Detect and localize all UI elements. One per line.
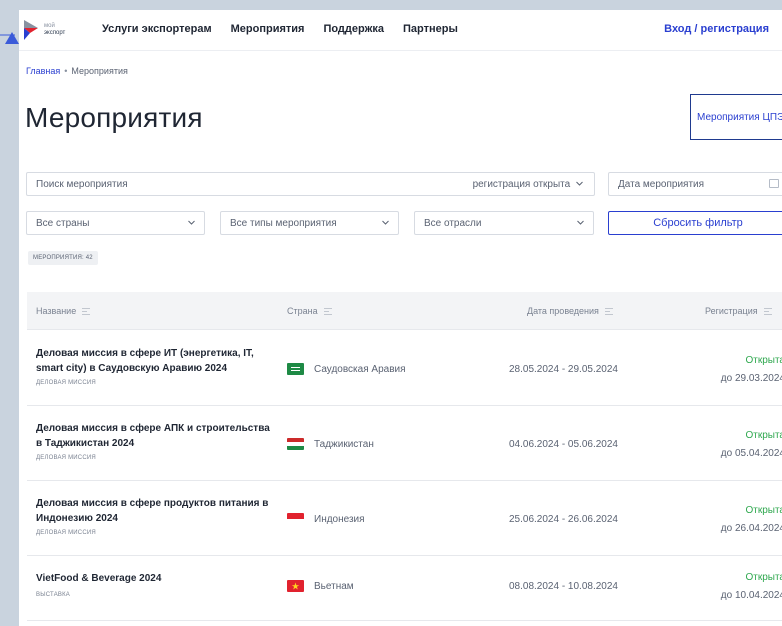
- registration-status: Открыта: [745, 430, 782, 441]
- page-title: Мероприятия: [25, 102, 203, 133]
- event-dates: 04.06.2024 - 05.06.2024: [509, 439, 618, 450]
- sort-icon: [604, 307, 613, 315]
- breadcrumb: Главная • Мероприятия: [26, 66, 128, 76]
- logo-icon: [24, 20, 38, 40]
- event-type: деловая миссия: [36, 455, 96, 461]
- chevron-down-icon: [576, 181, 583, 186]
- event-dates: 25.06.2024 - 26.06.2024: [509, 514, 618, 525]
- event-type: деловая миссия: [36, 380, 96, 386]
- country-name: Саудовская Аравия: [314, 364, 406, 375]
- indonesia-flag-icon: [287, 513, 304, 525]
- registration-status: Открыта: [745, 572, 782, 583]
- column-header-country[interactable]: Страна: [287, 306, 332, 316]
- main-nav: Услуги экспортерам Мероприятия Поддержка…: [102, 23, 477, 35]
- registration-status-select[interactable]: регистрация открыта: [473, 179, 583, 190]
- registration-status-value: регистрация открыта: [472, 179, 571, 190]
- logo-text: мой экспорт: [44, 23, 66, 36]
- event-name[interactable]: Деловая миссия в сфере продуктов питания…: [36, 496, 276, 526]
- column-header-name[interactable]: Название: [36, 306, 91, 316]
- country-name: Таджикистан: [314, 439, 374, 450]
- logo[interactable]: мой экспорт: [24, 17, 84, 43]
- date-picker-input[interactable]: Дата мероприятия: [608, 172, 782, 196]
- nav-item-exporter-services[interactable]: Услуги экспортерам: [102, 23, 212, 35]
- country-select[interactable]: Все страны: [26, 211, 205, 235]
- country-name: Индонезия: [314, 514, 365, 525]
- chevron-down-icon: [577, 220, 584, 225]
- tajikistan-flag-icon: [287, 438, 304, 450]
- events-count-badge: МЕРОПРИЯТИЯ: 42: [28, 251, 98, 265]
- table-row[interactable]: Деловая миссия в сфере АПК и строительст…: [27, 406, 782, 481]
- sort-icon: [323, 307, 332, 315]
- reset-filter-button[interactable]: Сбросить фильтр: [608, 211, 782, 235]
- nav-item-events[interactable]: Мероприятия: [231, 23, 305, 35]
- site-header: мой экспорт Услуги экспортерам Мероприят…: [19, 10, 782, 51]
- calendar-icon[interactable]: [769, 179, 779, 188]
- nav-item-support[interactable]: Поддержка: [323, 23, 384, 35]
- search-placeholder: Поиск мероприятия: [36, 178, 128, 190]
- event-name[interactable]: VietFood & Beverage 2024: [36, 571, 276, 586]
- nav-item-partners[interactable]: Партнеры: [403, 23, 458, 35]
- events-page: мой экспорт Услуги экспортерам Мероприят…: [19, 10, 782, 626]
- event-type-select-value: Все типы мероприятия: [230, 217, 337, 229]
- chevron-down-icon: [382, 220, 389, 225]
- date-placeholder: Дата мероприятия: [618, 178, 705, 190]
- chevron-down-icon: [188, 220, 195, 225]
- registration-status: Открыта: [745, 355, 782, 366]
- breadcrumb-separator: •: [64, 66, 68, 76]
- table-row[interactable]: Деловая миссия в сфере продуктов питания…: [27, 481, 782, 556]
- registration-deadline: до 29.03.2024: [720, 373, 782, 384]
- event-type: выставка: [36, 592, 71, 598]
- event-name[interactable]: Деловая миссия в сфере АПК и строительст…: [36, 421, 276, 451]
- table-row[interactable]: VietFood & Beverage 2024 выставка Вьетна…: [27, 556, 782, 621]
- event-type: деловая миссия: [36, 530, 96, 536]
- sort-icon: [763, 307, 772, 315]
- industry-select[interactable]: Все отрасли: [414, 211, 594, 235]
- registration-deadline: до 26.04.2024: [720, 523, 782, 534]
- breadcrumb-home[interactable]: Главная: [26, 66, 60, 76]
- login-link[interactable]: Вход / регистрация: [664, 23, 769, 35]
- saudi-arabia-flag-icon: [287, 363, 304, 375]
- search-input[interactable]: Поиск мероприятия регистрация открыта: [26, 172, 595, 196]
- registration-status: Открыта: [745, 505, 782, 516]
- industry-select-value: Все отрасли: [424, 217, 482, 229]
- cpe-events-button[interactable]: Мероприятия ЦПЭ: [690, 94, 782, 140]
- country-select-value: Все страны: [36, 217, 90, 229]
- event-name[interactable]: Деловая миссия в сфере ИТ (энергетика, I…: [36, 346, 276, 376]
- column-header-registration[interactable]: Регистрация: [705, 306, 772, 316]
- event-dates: 28.05.2024 - 29.05.2024: [509, 364, 618, 375]
- event-type-select[interactable]: Все типы мероприятия: [220, 211, 399, 235]
- column-header-date[interactable]: Дата проведения: [527, 306, 613, 316]
- sort-icon: [82, 307, 91, 315]
- vietnam-flag-icon: [287, 580, 304, 592]
- registration-deadline: до 10.04.2024: [720, 590, 782, 601]
- table-row[interactable]: Деловая миссия в сфере ИТ (энергетика, I…: [27, 331, 782, 406]
- breadcrumb-current: Мероприятия: [71, 66, 128, 76]
- table-header: Название Страна Дата проведения Регистра…: [27, 292, 782, 330]
- event-dates: 08.08.2024 - 10.08.2024: [509, 581, 618, 592]
- country-name: Вьетнам: [314, 581, 354, 592]
- registration-deadline: до 05.04.2024: [720, 448, 782, 459]
